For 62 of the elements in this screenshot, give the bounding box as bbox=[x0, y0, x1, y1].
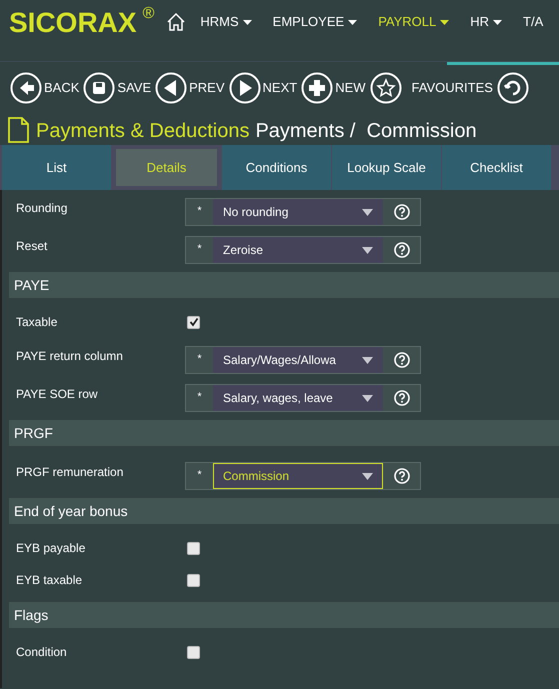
section-header: PAYE bbox=[9, 272, 559, 298]
field-label: Reset bbox=[16, 238, 48, 254]
section-header: Flags bbox=[9, 602, 559, 628]
help-icon bbox=[394, 390, 410, 406]
section-header: End of year bonus bbox=[9, 498, 559, 524]
select-field[interactable]: Commission bbox=[213, 463, 383, 489]
page-title: Payments / Commission bbox=[255, 119, 477, 143]
tab[interactable]: List bbox=[2, 145, 111, 190]
document-icon bbox=[8, 117, 30, 143]
field-label: Taxable bbox=[16, 314, 58, 331]
field-label: PRGF remuneration bbox=[16, 464, 124, 480]
home-icon[interactable] bbox=[166, 12, 186, 32]
dropdown-caret-icon bbox=[362, 472, 373, 480]
help-icon bbox=[394, 352, 410, 368]
brand-name: SICORAX bbox=[9, 6, 137, 40]
dropdown-caret-icon bbox=[362, 394, 373, 402]
field-label: PAYE return column bbox=[16, 348, 124, 364]
help-icon bbox=[394, 242, 410, 258]
refresh-icon bbox=[496, 72, 529, 104]
checkbox[interactable] bbox=[187, 542, 200, 554]
field-label: EYB payable bbox=[16, 540, 86, 557]
tab[interactable]: Conditions bbox=[222, 145, 331, 190]
field-label: Rounding bbox=[16, 200, 68, 216]
toolbar-button[interactable]: PREV bbox=[155, 72, 225, 104]
toolbar-button[interactable]: SAVE bbox=[83, 72, 152, 104]
toolbar-button[interactable]: BACK bbox=[10, 72, 80, 104]
select-field[interactable]: No rounding bbox=[213, 199, 383, 225]
required-mark: * bbox=[196, 352, 203, 367]
nav-menu-item[interactable]: T/A bbox=[523, 12, 544, 32]
required-mark: * bbox=[196, 468, 203, 483]
check-icon bbox=[188, 317, 198, 327]
checkbox[interactable] bbox=[187, 316, 200, 328]
checkbox[interactable] bbox=[187, 646, 200, 658]
nav-menu-item[interactable]: EMPLOYEE bbox=[272, 12, 358, 32]
checkbox[interactable] bbox=[187, 574, 200, 586]
tab[interactable]: Checklist bbox=[442, 145, 551, 190]
help-icon bbox=[394, 204, 410, 220]
help-icon bbox=[394, 468, 410, 484]
select-field[interactable]: Salary/Wages/Allowa bbox=[213, 347, 383, 373]
required-mark: * bbox=[196, 242, 203, 257]
toolbar-button[interactable]: NEXT bbox=[228, 72, 298, 104]
registered-mark: ® bbox=[142, 6, 154, 22]
toolbar-button[interactable]: FAVOURITES bbox=[370, 72, 493, 104]
module-title: Payments & Deductions bbox=[36, 119, 250, 143]
dropdown-caret-icon bbox=[362, 356, 373, 364]
nav-menu-item[interactable]: PAYROLL bbox=[378, 12, 450, 32]
select-field[interactable]: Zeroise bbox=[213, 237, 383, 263]
save-icon bbox=[83, 72, 116, 104]
nav-menu-item[interactable]: HRMS bbox=[200, 12, 252, 32]
field-label: EYB taxable bbox=[16, 572, 84, 589]
field-label: PAYE SOE row bbox=[16, 386, 99, 402]
section-header: PRGF bbox=[9, 420, 559, 446]
required-mark: * bbox=[196, 204, 203, 219]
nav-menu-item[interactable]: HR bbox=[470, 12, 502, 32]
field-label: Condition bbox=[16, 644, 68, 661]
tab[interactable]: Lookup Scale bbox=[332, 145, 441, 190]
dropdown-caret-icon bbox=[362, 208, 373, 216]
dropdown-caret-icon bbox=[362, 246, 373, 254]
toolbar-button[interactable]: NEW bbox=[301, 72, 366, 104]
select-field[interactable]: Salary, wages, leave bbox=[213, 385, 383, 411]
plus-icon bbox=[301, 72, 334, 104]
required-mark: * bbox=[196, 390, 203, 405]
